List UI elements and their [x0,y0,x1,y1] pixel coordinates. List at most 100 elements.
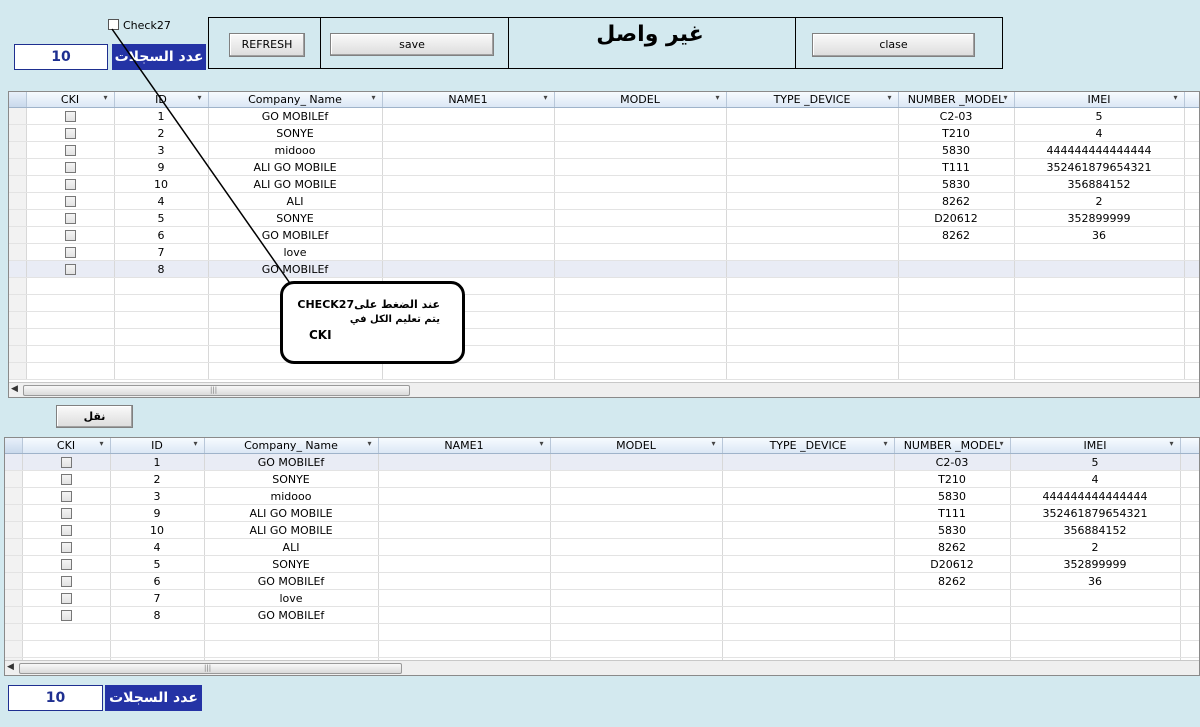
cki-checkbox[interactable] [60,491,72,502]
column-header[interactable]: IMEI ▾ [1010,438,1181,454]
model-cell[interactable] [554,141,727,159]
type-device-cell[interactable] [726,226,899,244]
model-cell[interactable] [554,175,727,193]
cki-checkbox[interactable] [64,264,76,275]
cki-cell[interactable] [22,453,111,471]
scroll-thumb[interactable]: ||| [19,663,402,674]
number-model-cell[interactable]: T210 [898,124,1015,142]
number-model-cell[interactable] [898,243,1015,261]
table-row[interactable]: 5 SONYE D20612 352899999 [9,209,1199,227]
column-header[interactable]: CKI ▾ [26,92,115,108]
company-cell[interactable]: ALI [204,538,379,556]
number-model-cell[interactable] [894,589,1011,607]
select-all-corner[interactable] [9,92,27,108]
type-device-cell[interactable] [722,572,895,590]
table-row[interactable]: 1 GO MOBILEf C2-03 5 [5,453,1199,471]
cki-cell[interactable] [26,175,115,193]
number-model-cell[interactable]: D20612 [898,209,1015,227]
chevron-down-icon[interactable]: ▾ [1173,93,1177,102]
row-selector[interactable] [9,141,27,159]
cki-cell[interactable] [22,521,111,539]
imei-cell[interactable]: 444444444444444 [1010,487,1181,505]
imei-cell[interactable]: 352461879654321 [1014,158,1185,176]
cki-checkbox[interactable] [60,474,72,485]
cki-checkbox[interactable] [60,610,72,621]
name1-cell[interactable] [378,521,551,539]
cki-cell[interactable] [26,107,115,125]
chevron-down-icon[interactable]: ▾ [99,439,103,448]
imei-cell[interactable]: 4 [1014,124,1185,142]
id-cell[interactable]: 6 [114,226,209,244]
row-selector[interactable] [9,243,27,261]
table-row[interactable]: 5 SONYE D20612 352899999 [5,555,1199,573]
row-selector[interactable] [5,572,23,590]
model-cell[interactable] [554,209,727,227]
id-cell[interactable]: 8 [114,260,209,278]
company-cell[interactable]: SONYE [204,555,379,573]
company-cell[interactable]: GO MOBILEf [208,260,383,278]
name1-cell[interactable] [378,453,551,471]
model-cell[interactable] [554,124,727,142]
table-row[interactable]: 6 GO MOBILEf 8262 36 [5,572,1199,590]
name1-cell[interactable] [382,260,555,278]
column-header[interactable]: MODEL ▾ [554,92,727,108]
cki-cell[interactable] [22,504,111,522]
number-model-cell[interactable]: 8262 [894,572,1011,590]
id-cell[interactable]: 1 [110,453,205,471]
type-device-cell[interactable] [726,158,899,176]
type-device-cell[interactable] [722,453,895,471]
company-cell[interactable]: SONYE [208,124,383,142]
cki-checkbox[interactable] [60,457,72,468]
cki-cell[interactable] [22,487,111,505]
scroll-left-arrow-icon[interactable]: ◀ [11,384,18,394]
scroll-left-arrow-icon[interactable]: ◀ [7,662,14,672]
table-row[interactable]: 9 ALI GO MOBILE T111 352461879654321 [9,158,1199,176]
company-cell[interactable]: GO MOBILEf [204,453,379,471]
type-device-cell[interactable] [726,192,899,210]
row-selector[interactable] [5,589,23,607]
chevron-down-icon[interactable]: ▾ [197,93,201,102]
id-cell[interactable]: 3 [114,141,209,159]
model-cell[interactable] [550,589,723,607]
company-cell[interactable]: GO MOBILEf [208,107,383,125]
imei-cell[interactable] [1010,589,1181,607]
imei-cell[interactable]: 5 [1010,453,1181,471]
type-device-cell[interactable] [726,209,899,227]
cki-cell[interactable] [26,243,115,261]
imei-cell[interactable] [1010,606,1181,624]
scroll-thumb[interactable]: ||| [23,385,410,396]
cki-cell[interactable] [22,572,111,590]
number-model-cell[interactable]: C2-03 [898,107,1015,125]
id-cell[interactable]: 9 [110,504,205,522]
cki-checkbox[interactable] [64,196,76,207]
type-device-cell[interactable] [722,470,895,488]
table-row[interactable]: 8 GO MOBILEf [5,606,1199,624]
id-cell[interactable]: 7 [114,243,209,261]
imei-cell[interactable]: 4 [1010,470,1181,488]
type-device-cell[interactable] [726,260,899,278]
row-selector[interactable] [9,192,27,210]
chevron-down-icon[interactable]: ▾ [103,93,107,102]
chevron-down-icon[interactable]: ▾ [367,439,371,448]
id-cell[interactable]: 5 [114,209,209,227]
chevron-down-icon[interactable]: ▾ [543,93,547,102]
model-cell[interactable] [550,504,723,522]
model-cell[interactable] [550,538,723,556]
number-model-cell[interactable]: T210 [894,470,1011,488]
chevron-down-icon[interactable]: ▾ [999,439,1003,448]
number-model-cell[interactable]: 5830 [894,521,1011,539]
name1-cell[interactable] [382,158,555,176]
id-cell[interactable]: 6 [110,572,205,590]
id-cell[interactable]: 3 [110,487,205,505]
company-cell[interactable]: love [208,243,383,261]
company-cell[interactable]: SONYE [204,470,379,488]
row-selector[interactable] [9,209,27,227]
cki-checkbox[interactable] [64,230,76,241]
imei-cell[interactable]: 2 [1014,192,1185,210]
number-model-cell[interactable]: C2-03 [894,453,1011,471]
row-selector[interactable] [5,453,23,471]
name1-cell[interactable] [378,572,551,590]
imei-cell[interactable]: 2 [1010,538,1181,556]
model-cell[interactable] [554,107,727,125]
check27-checkbox[interactable] [108,19,119,30]
